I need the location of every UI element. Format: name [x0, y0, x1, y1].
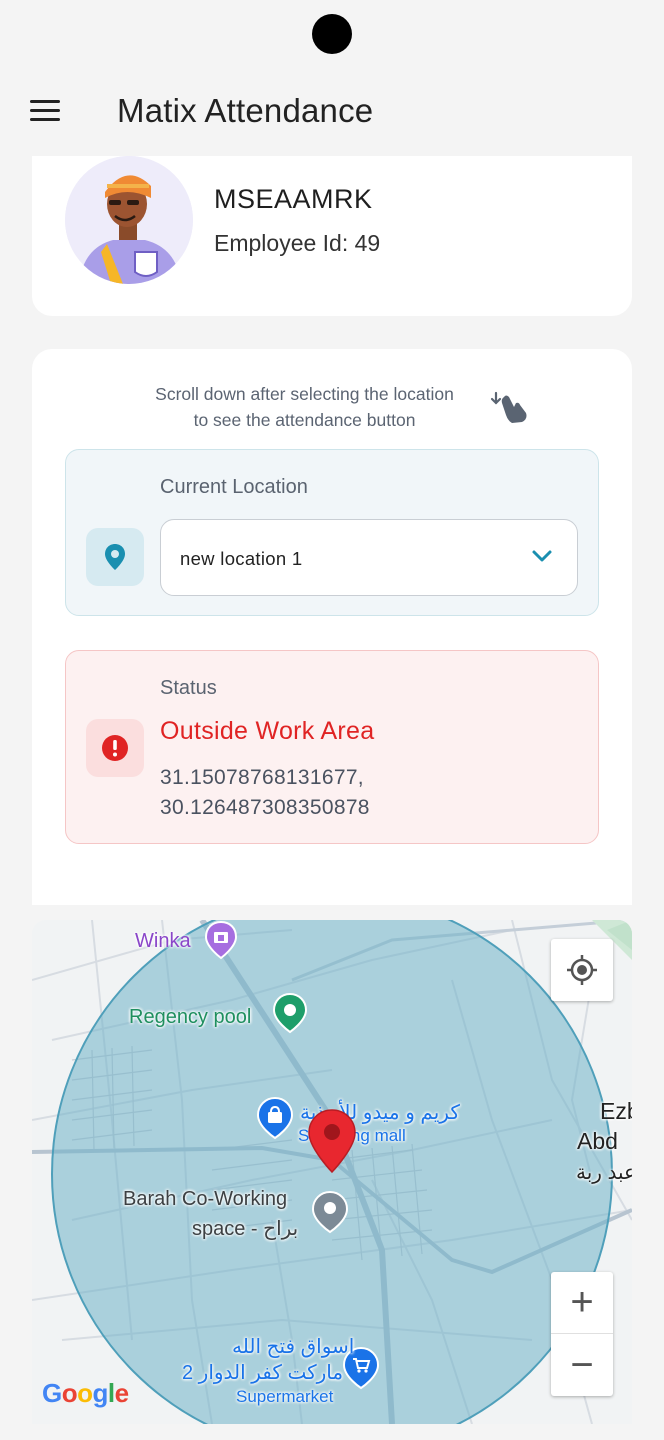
current-location-label: Current Location: [160, 476, 308, 498]
chevron-down-icon: [531, 548, 553, 564]
attendance-card: Scroll down after selecting the location…: [32, 349, 632, 905]
zoom-controls: + −: [551, 1272, 613, 1396]
location-dropdown[interactable]: new location 1: [160, 519, 578, 596]
shopping-bag-poi-icon[interactable]: [256, 1096, 294, 1145]
map-label-ezb: Ezb: [600, 1098, 632, 1124]
hamburger-menu-icon[interactable]: [30, 100, 60, 122]
zoom-in-button[interactable]: +: [551, 1272, 613, 1334]
coordinates: 31.15078768131677, 30.126487308350878: [160, 763, 370, 823]
location-pin-icon: [86, 528, 144, 586]
map-label-regency-pool: Regency pool: [129, 1006, 252, 1028]
map-label-abd: Abd: [577, 1128, 618, 1154]
map-view[interactable]: Winka Regency pool كريم و ميدو للأحذية S…: [32, 920, 632, 1424]
avatar: [65, 156, 193, 284]
map-label-abd-arabic: عبد ربة: [576, 1162, 632, 1184]
alert-icon: [86, 719, 144, 777]
location-dropdown-value: new location 1: [180, 548, 303, 569]
employee-id: Employee Id: 49: [214, 230, 380, 257]
current-location-box: Current Location new location 1: [65, 449, 599, 616]
crosshair-icon: [567, 955, 597, 985]
map-label-winka: Winka: [135, 930, 191, 952]
app-title: Matix Attendance: [117, 92, 374, 129]
map-label-supermarket: Supermarket: [236, 1387, 334, 1406]
status-box: Status Outside Work Area 31.150787681316…: [65, 650, 599, 844]
my-location-button[interactable]: [551, 939, 613, 1001]
map-label-aswaq-line2: ماركت كفر الدوار 2: [182, 1362, 344, 1384]
app-bar: Matix Attendance: [0, 70, 664, 156]
employee-id-label: Employee Id:: [214, 230, 349, 256]
profile-card: MSEAAMRK Employee Id: 49: [32, 156, 632, 316]
location-marker-icon: [307, 1108, 357, 1179]
swipe-hand-icon: [490, 389, 530, 425]
employee-name: MSEAAMRK: [214, 184, 373, 214]
status-label: Status: [160, 677, 217, 699]
map-label-barah-line1: Barah Co-Working: [123, 1188, 288, 1210]
map-label-barah-line2: space - براح: [192, 1218, 299, 1240]
winka-poi-icon[interactable]: [204, 920, 238, 965]
zoom-out-button[interactable]: −: [551, 1334, 613, 1396]
longitude: 30.126487308350878: [160, 796, 370, 819]
employee-id-value: 49: [354, 230, 381, 256]
barah-coworking-poi-icon[interactable]: [311, 1190, 349, 1239]
google-logo: Google: [42, 1378, 129, 1408]
regency-pool-poi-icon[interactable]: [272, 992, 308, 1039]
status-value: Outside Work Area: [160, 717, 375, 745]
map-label-aswaq-line1: اسواق فتح الله: [232, 1336, 355, 1358]
latitude: 31.15078768131677,: [160, 766, 364, 789]
front-camera: [312, 14, 352, 54]
